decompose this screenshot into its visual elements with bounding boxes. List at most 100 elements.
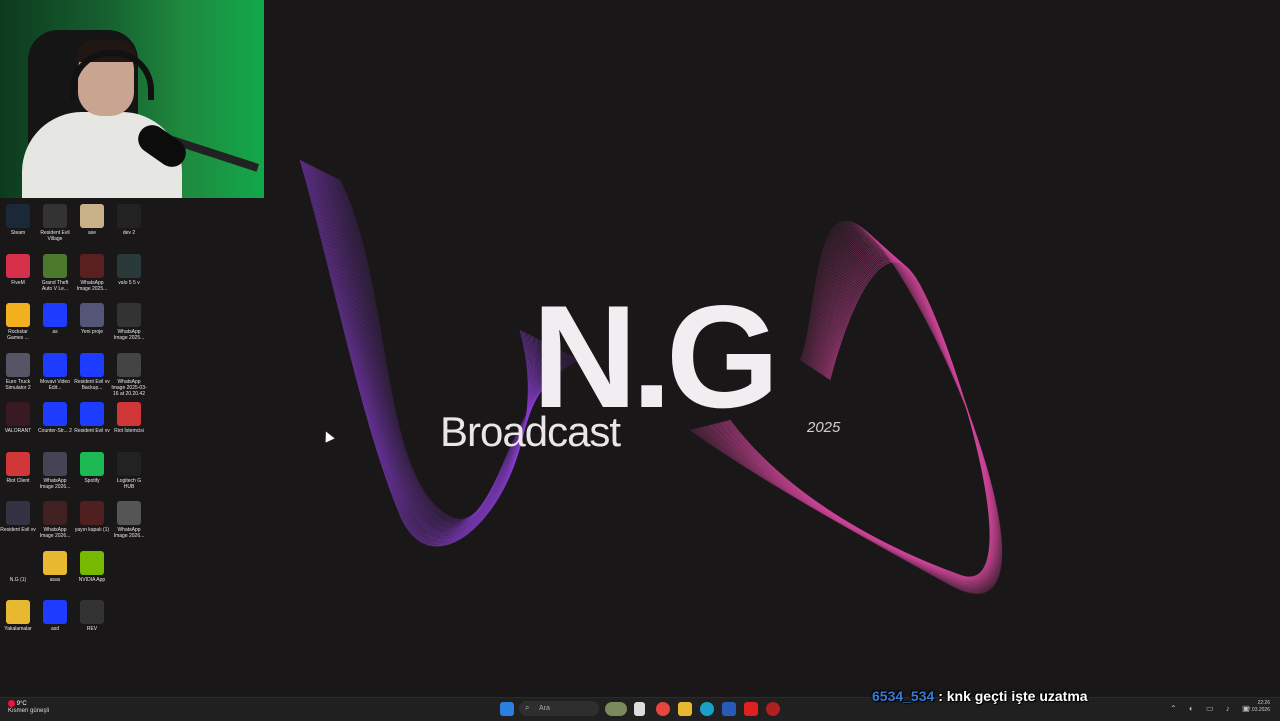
desktop-icon[interactable]: FiveM [0, 253, 36, 286]
wave-line [327, 173, 563, 527]
mouse-cursor-icon [321, 429, 335, 443]
chat-message: 6534_534 : knk geçti işte uzatma [872, 688, 1088, 704]
desktop-icon[interactable]: Resident Evil vv [74, 402, 110, 434]
desktop-icon[interactable]: Grand Theft Auto V Le... [37, 253, 73, 292]
desktop-icon[interactable]: WhatsApp Image 2025... [111, 303, 147, 341]
desktop-icon[interactable]: Logitech G HUB [111, 451, 147, 490]
folder-icon [6, 600, 30, 624]
desktop-icon[interactable]: N.G (1) [0, 550, 36, 583]
desktop-icon[interactable]: WhatsApp Image 2026... [37, 451, 73, 490]
image-icon [80, 253, 104, 278]
clock-date: 17.03.2026 [1244, 707, 1270, 713]
desktop-icon[interactable]: WhatsApp Image 2026... [37, 501, 73, 539]
wave-line [314, 167, 543, 536]
desktop-icon[interactable]: asas [37, 550, 73, 583]
desktop-icon-label: Resident Evil Village [40, 230, 70, 242]
desktop-icon-label: Riot İstemcisi [114, 428, 144, 434]
desktop-icon-label: Movavi Video Edit... [40, 378, 70, 391]
wave-line [312, 166, 540, 537]
wave-line [306, 163, 534, 541]
desktop-icon[interactable]: Yeni proje [74, 303, 110, 335]
wave-line [329, 174, 566, 526]
desktop-icon-label: yayın kapalı (1) [74, 527, 110, 533]
desktop-icon[interactable]: Resident Evil Village [37, 204, 73, 242]
image-icon [43, 451, 67, 476]
desktop-icon[interactable]: Euro Truck Simulator 2 [0, 352, 36, 391]
spotify-icon [80, 451, 104, 476]
desktop-icon-label: Riot Client [6, 477, 30, 484]
logitech-icon [117, 451, 141, 476]
video-icon [117, 204, 141, 228]
start-icon[interactable] [500, 702, 514, 716]
desktop-icon-label: Spotify [84, 477, 100, 484]
wave-line [318, 169, 549, 532]
store-icon[interactable] [722, 702, 736, 716]
gta-icon [43, 253, 67, 278]
search-placeholder: Ara [539, 705, 550, 712]
image-icon [80, 204, 104, 228]
taskbar-search[interactable]: ⌕ Ara [519, 701, 599, 716]
brand-subtitle: Broadcast [440, 408, 621, 455]
image-icon [80, 600, 104, 624]
desktop-icon[interactable]: NVIDIA App [74, 550, 110, 583]
desktop-icon[interactable]: REV [74, 600, 110, 632]
desktop-icon-label: Resident Evil vv [74, 428, 110, 434]
desktop-icon[interactable]: dev 2 [111, 204, 147, 236]
desktop-icon[interactable]: ase [74, 204, 110, 236]
desktop-icon-label: asd [50, 626, 60, 632]
desktop-icon[interactable]: yayın kapalı (1) [74, 501, 110, 533]
cs-icon [43, 402, 67, 426]
desktop-icon[interactable]: Riot Client [0, 451, 36, 484]
task-view-icon[interactable] [634, 702, 645, 716]
weather-icon [8, 700, 15, 707]
image-icon [80, 501, 104, 525]
desktop-icon[interactable]: Steam [0, 204, 36, 236]
desktop-icon[interactable]: as [37, 303, 73, 335]
image-icon [117, 303, 141, 327]
wave-line [326, 173, 560, 528]
wave-line [328, 174, 564, 526]
edge-icon[interactable] [700, 702, 714, 716]
file-explorer-icon[interactable] [678, 702, 692, 716]
desktop-icon[interactable]: VALORANT [0, 402, 36, 434]
truck-icon [6, 352, 30, 377]
weather-widget[interactable]: 9°C Kısmen güneşli [8, 700, 49, 715]
desktop-icon-label: VALORANT [4, 428, 32, 434]
wave-line [309, 164, 537, 539]
chat-username: 6534_534 [872, 688, 935, 704]
desktop-icon[interactable]: WhatsApp Image 2026... [111, 501, 147, 539]
riot-icon [117, 402, 141, 426]
desktop-icon-label: Counter-Str... 2 [38, 428, 72, 434]
desktop-icon[interactable]: WhatsApp Image 2025... [74, 253, 110, 292]
desktop-icon[interactable]: Movavi Video Edit... [37, 352, 73, 391]
desktop-icon[interactable]: valo 5 5 v [111, 253, 147, 286]
desktop-icon-label: NVIDIA App [78, 576, 106, 583]
wave-line [316, 168, 545, 534]
desktop-icon[interactable]: Resident Evil vv Backup... [74, 352, 110, 391]
chrome-icon[interactable] [656, 702, 670, 716]
desktop-icon[interactable]: Yakalamalar [0, 600, 36, 632]
wave-line [305, 162, 532, 542]
desktop-icon[interactable]: Counter-Str... 2 [37, 402, 73, 434]
chat-text: : knk geçti işte uzatma [938, 688, 1088, 704]
desktop-icon[interactable]: Rockstar Games ... [0, 303, 36, 341]
steam-icon [6, 204, 30, 228]
desktop-icon[interactable]: Resident Evil vv [0, 501, 36, 533]
desktop-icon[interactable]: Riot İstemcisi [111, 402, 147, 434]
clock[interactable]: 22:26 17.03.2026 [1245, 700, 1270, 714]
wave-line [307, 163, 535, 541]
video-icon [117, 253, 141, 278]
system-tray-icons[interactable]: ⌃ ◐ ▭ ♪ ▣ [1170, 704, 1255, 713]
wave-line [313, 166, 541, 537]
nvidia-icon [80, 550, 104, 575]
wave-line [324, 172, 558, 529]
desktop-icon-label: dev 2 [122, 230, 136, 236]
desktop-icon-label: WhatsApp Image 2026... [39, 527, 71, 539]
desktop-icon[interactable]: Spotify [74, 451, 110, 484]
youtube-icon[interactable] [744, 702, 758, 716]
widgets-icon[interactable] [605, 702, 627, 716]
app-icon[interactable] [766, 702, 780, 716]
desktop-icon[interactable]: asd [37, 600, 73, 632]
webcam-overlay [0, 0, 264, 198]
desktop-icon[interactable]: WhatsApp Image 2025-03-16 at 20.20.42 [111, 352, 147, 397]
